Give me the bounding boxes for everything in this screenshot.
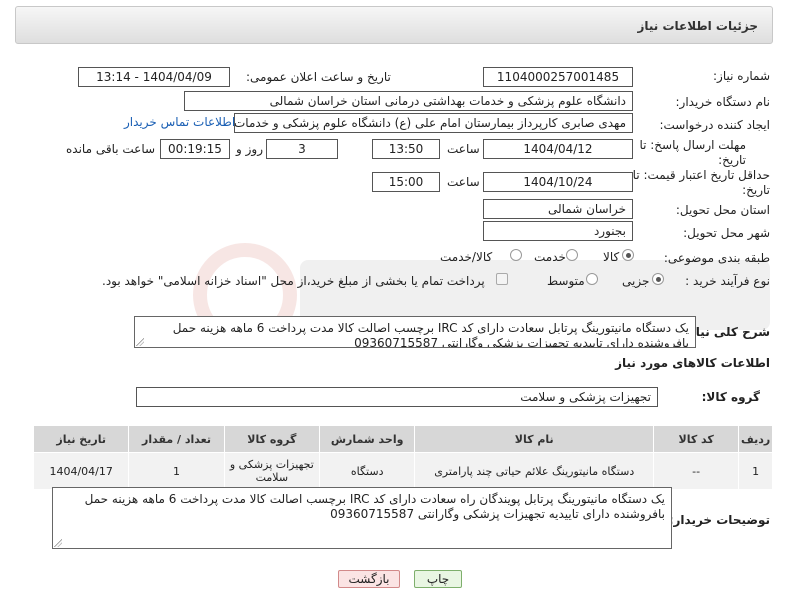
cell-date: 1404/04/17 [32, 452, 130, 490]
cell-unit: دستگاه [318, 452, 416, 490]
cell-code: -- [653, 452, 740, 490]
cell-group: تجهیزات پزشکی و سلامت [223, 452, 321, 490]
reply-date-field[interactable]: 1404/04/12 [483, 139, 633, 159]
remaining-time-field[interactable]: 00:19:15 [160, 139, 230, 159]
announce-field[interactable]: 1404/04/09 - 13:14 [78, 67, 230, 87]
days-label: روز و [236, 142, 263, 156]
back-button[interactable]: بازگشت [338, 570, 400, 588]
reply-time-label: ساعت [447, 142, 480, 156]
summary-label: شرح کلی نیاز: [684, 325, 770, 339]
process-radio-minor[interactable] [652, 273, 664, 285]
goods-group-label: گروه کالا: [701, 390, 760, 404]
buyer-notes-label: توضیحات خریدار: [668, 513, 770, 527]
cell-row: 1 [738, 452, 773, 490]
need-number-label: شماره نیاز: [713, 69, 770, 83]
province-field[interactable]: خراسان شمالی [483, 199, 633, 219]
announce-label: تاریخ و ساعت اعلان عمومی: [246, 70, 391, 84]
city-label: شهر محل تحویل: [683, 226, 770, 240]
category-option-service: خدمت [534, 250, 566, 264]
category-option-both: کالا/خدمت [440, 250, 493, 264]
buyer-notes-textarea[interactable]: یک دستگاه مانیتورینگ پرتابل پویندگان راه… [52, 487, 672, 549]
process-option-minor: جزیی [622, 274, 650, 288]
city-field[interactable]: بجنورد [483, 221, 633, 241]
category-radio-goods[interactable] [622, 249, 634, 261]
category-radio-service[interactable] [566, 249, 578, 261]
category-option-goods: کالا [603, 250, 620, 264]
price-time-label: ساعت [447, 175, 480, 189]
price-time-field[interactable]: 15:00 [372, 172, 440, 192]
col-group: گروه کالا [223, 425, 321, 453]
category-label: طبقه بندی موضوعی: [663, 251, 770, 265]
payment-note: پرداخت تمام یا بخشی از مبلغ خرید،از محل … [102, 274, 485, 288]
resize-handle-icon[interactable] [54, 539, 62, 547]
col-name: نام کالا [414, 425, 655, 453]
table-row[interactable]: 1 -- دستگاه مانیتورینگ علائم حیاتی چند پ… [32, 452, 773, 490]
category-radio-both[interactable] [510, 249, 522, 261]
price-date-field[interactable]: 1404/10/24 [483, 172, 633, 192]
cell-name: دستگاه مانیتورینگ علائم حیاتی چند پارامت… [414, 452, 655, 490]
requester-field[interactable]: مهدی صابری کارپرداز بیمارستان امام علی (… [234, 113, 633, 133]
cell-qty: 1 [128, 452, 225, 490]
col-code: کد کالا [653, 425, 740, 453]
page-title: جزئیات اطلاعات نیاز [637, 19, 758, 33]
buyer-org-field[interactable]: دانشگاه علوم پزشکی و خدمات بهداشتی درمان… [184, 91, 633, 111]
summary-text: یک دستگاه مانیتورینگ پرتابل سعادت دارای … [172, 321, 689, 348]
province-label: استان محل تحویل: [675, 203, 770, 217]
col-date: تاریخ نیاز [32, 425, 130, 453]
reply-deadline-label: مهلت ارسال پاسخ: تا تاریخ: [639, 138, 746, 167]
buyer-notes-text: یک دستگاه مانیتورینگ پرتابل پویندگان راه… [84, 492, 665, 521]
process-radio-medium[interactable] [586, 273, 598, 285]
goods-table-header: ردیف کد کالا نام کالا واحد شمارش گروه کا… [32, 425, 773, 453]
buyer-org-label: نام دستگاه خریدار: [675, 95, 771, 109]
need-number-field[interactable]: 1104000257001485 [483, 67, 633, 87]
process-label: نوع فرآیند خرید : [685, 274, 770, 288]
price-validity-label: حداقل تاریخ اعتبار قیمت: تا تاریخ: [632, 168, 770, 197]
contact-buyer-link[interactable]: اطلاعات تماس خریدار [124, 115, 235, 129]
col-unit: واحد شمارش [318, 425, 416, 453]
process-option-medium: متوسط [547, 274, 585, 288]
goods-table: ردیف کد کالا نام کالا واحد شمارش گروه کا… [32, 425, 773, 490]
treasury-checkbox[interactable] [496, 273, 508, 285]
col-row: ردیف [738, 425, 773, 453]
goods-section-title: اطلاعات کالاهای مورد نیاز [615, 356, 770, 370]
goods-group-field[interactable]: تجهیزات پزشکی و سلامت [136, 387, 658, 407]
reply-time-field[interactable]: 13:50 [372, 139, 440, 159]
remaining-label: ساعت باقی مانده [66, 142, 156, 156]
print-button[interactable]: چاپ [414, 570, 462, 588]
requester-label: ایجاد کننده درخواست: [659, 118, 770, 132]
days-field[interactable]: 3 [266, 139, 338, 159]
resize-handle-icon[interactable] [136, 338, 144, 346]
col-qty: تعداد / مقدار [128, 425, 225, 453]
summary-textarea[interactable]: یک دستگاه مانیتورینگ پرتابل سعادت دارای … [134, 316, 696, 348]
